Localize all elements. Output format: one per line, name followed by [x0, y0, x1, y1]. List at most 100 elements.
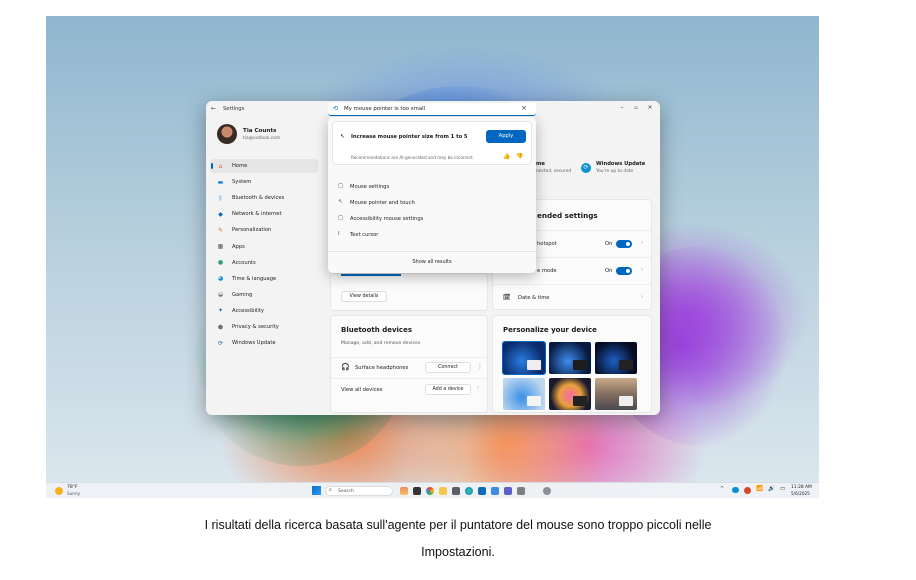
device-row: 🎧 Surface headphones Connect ⋮: [331, 357, 487, 377]
suggestion-text: Increase mouse pointer size from 1 to 5: [351, 134, 468, 140]
app-icon[interactable]: [491, 487, 499, 495]
theme-thumbnail[interactable]: [502, 341, 546, 375]
sidebar-item-personalization[interactable]: ✎ Personalization: [210, 223, 318, 237]
search-result-item[interactable]: ↖ Mouse pointer and touch: [332, 196, 532, 210]
theme-thumbnail[interactable]: [503, 378, 545, 410]
divider: [328, 251, 536, 252]
back-arrow-icon[interactable]: ←: [211, 105, 216, 112]
network-status-title: me: [536, 161, 545, 167]
home-icon: ⌂: [218, 162, 223, 170]
clock-date[interactable]: 5/6/2025: [791, 491, 810, 496]
sidebar-item-windows-update[interactable]: ⟳ Windows Update: [210, 336, 318, 350]
sidebar-item-home[interactable]: ⌂ Home: [210, 159, 318, 173]
sidebar-item-network-internet[interactable]: ◆ Network & internet: [210, 207, 318, 221]
apply-button[interactable]: Apply: [486, 130, 526, 143]
bluetooth-card: Bluetooth devices Manage, add, and remov…: [330, 315, 488, 413]
ai-disclaimer: Recommendations are AI-generated and may…: [351, 155, 475, 160]
taskbar: 78°F Sunny ⌕ Search ^ 📶 🔊 ▭ 11:28 AM 5/6…: [46, 482, 819, 498]
task-view-icon[interactable]: [413, 487, 421, 495]
sidebar-item-label: System: [232, 179, 252, 186]
mode-toggle[interactable]: [616, 267, 632, 275]
recommended-row-date-time[interactable]: 🗓 Date & time ›: [493, 284, 651, 310]
sidebar-item-gaming[interactable]: ◒ Gaming: [210, 288, 318, 302]
update-status-title: Windows Update: [596, 161, 646, 167]
search-result-label: Mouse settings: [350, 184, 390, 190]
close-icon[interactable]: ×: [644, 104, 656, 111]
text-cursor-icon: I: [338, 231, 340, 237]
theme-thumbnail[interactable]: [595, 378, 637, 410]
update-icon: ⟳: [217, 339, 224, 347]
teams-icon[interactable]: [504, 487, 512, 495]
battery-icon[interactable]: ▭: [780, 486, 785, 492]
theme-thumbnail[interactable]: [549, 378, 591, 410]
show-all-results-link[interactable]: Show all results: [328, 259, 536, 265]
toggle-state: On: [605, 241, 613, 247]
volume-icon[interactable]: 🔊: [768, 486, 775, 492]
search-result-item[interactable]: ▢ Accessibility mouse settings: [332, 212, 532, 226]
search-result-item[interactable]: I Text cursor: [332, 228, 532, 242]
network-card: View details: [330, 273, 488, 311]
toggle-state: On: [605, 268, 613, 274]
sidebar-item-privacy-security[interactable]: ⬟ Privacy & security: [210, 320, 318, 334]
recommended-title: ended settings: [537, 211, 598, 220]
search-result-label: Text cursor: [350, 232, 379, 238]
sun-icon[interactable]: [55, 487, 63, 495]
network-status-sub: nected, secured: [536, 169, 572, 174]
sidebar-item-apps[interactable]: ▦ Apps: [210, 240, 318, 254]
windows-start-icon[interactable]: [312, 486, 321, 495]
search-box[interactable]: ⟲ My mouse pointer is too small ×: [328, 103, 536, 116]
monitor-icon: ▬: [217, 178, 224, 186]
sidebar-item-label: Accessibility: [232, 307, 264, 314]
connect-button[interactable]: Connect: [425, 362, 471, 373]
theme-thumbnail[interactable]: [595, 342, 637, 374]
sidebar-item-bluetooth-devices[interactable]: ᛒ Bluetooth & devices: [210, 191, 318, 205]
wifi-icon[interactable]: 📶: [756, 486, 763, 492]
sidebar-item-system[interactable]: ▬ System: [210, 175, 318, 189]
store-icon[interactable]: [452, 487, 460, 495]
maximize-icon[interactable]: ▫: [630, 105, 642, 111]
cloud-icon[interactable]: [732, 487, 739, 493]
sidebar-item-label: Network & internet: [232, 211, 282, 218]
file-explorer-icon[interactable]: [439, 487, 447, 495]
settings-window: ← Settings – ▫ × Tia Counts tia@outlook.…: [206, 101, 660, 415]
copilot-icon[interactable]: [426, 487, 434, 495]
widgets-icon[interactable]: [400, 487, 408, 495]
view-all-devices-link[interactable]: View all devices: [341, 387, 382, 393]
add-device-button[interactable]: Add a device: [425, 384, 471, 395]
row-label: e mode: [537, 268, 557, 274]
calendar-icon: 🗓: [503, 294, 511, 301]
minimize-icon[interactable]: –: [616, 104, 628, 111]
bluetooth-title: Bluetooth devices: [341, 326, 412, 334]
taskbar-search[interactable]: ⌕ Search: [325, 486, 393, 496]
view-details-button[interactable]: View details: [341, 291, 387, 302]
photos-icon[interactable]: [517, 487, 525, 495]
search-result-item[interactable]: ▢ Mouse settings: [332, 180, 532, 194]
outlook-icon[interactable]: [478, 487, 486, 495]
theme-thumbnail[interactable]: [549, 342, 591, 374]
globe-clock-icon: ◕: [217, 275, 224, 283]
shield-icon: ⬟: [217, 323, 224, 331]
chevron-up-icon[interactable]: ^: [720, 486, 724, 492]
weather-temp[interactable]: 78°F: [67, 485, 78, 490]
avatar[interactable]: [217, 124, 237, 144]
caption-line: I risultati della ricerca basata sull'ag…: [204, 518, 712, 532]
clock-time[interactable]: 11:28 AM: [791, 485, 812, 490]
more-icon[interactable]: ⋮: [477, 363, 483, 370]
settings-gear-icon[interactable]: [543, 487, 551, 495]
thumbs-down-icon[interactable]: 👎: [516, 153, 523, 160]
sidebar-item-time-language[interactable]: ◕ Time & language: [210, 272, 318, 286]
personalize-title: Personalize your device: [503, 326, 597, 334]
tray-app-icon[interactable]: [744, 487, 751, 494]
caption-line: Impostazioni.: [421, 545, 495, 559]
hotspot-toggle[interactable]: [616, 240, 632, 248]
accessibility-icon: ✦: [217, 307, 224, 315]
search-icon: ⌕: [329, 487, 332, 493]
edge-icon[interactable]: [465, 487, 473, 495]
sidebar-item-accessibility[interactable]: ✦ Accessibility: [210, 304, 318, 318]
thumbs-up-icon[interactable]: 👍: [503, 153, 510, 160]
chevron-right-icon: ›: [477, 385, 480, 391]
clear-search-icon[interactable]: ×: [521, 104, 527, 112]
taskbar-search-label: Search: [338, 489, 354, 494]
sidebar-item-accounts[interactable]: ● Accounts: [210, 256, 318, 270]
search-input[interactable]: My mouse pointer is too small: [344, 106, 425, 112]
